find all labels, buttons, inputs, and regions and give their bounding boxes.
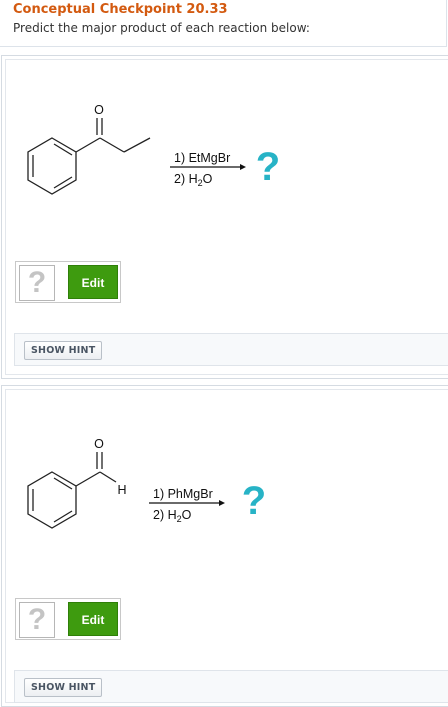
reaction-scheme-1: O 1) EtMgBr 2) H2O ? (27, 103, 280, 195)
bond-ch2-ch3 (123, 137, 151, 153)
question-header: Conceptual Checkpoint 20.33 Predict the … (0, 0, 447, 47)
aromatic-double-bond (53, 143, 73, 156)
edit-button-1[interactable]: Edit (68, 265, 118, 299)
benzene-ring (27, 137, 77, 195)
answer-placeholder-1: ? (19, 265, 55, 301)
reaction-card-1: O 1) EtMgBr 2) H2O ? ? Edit SHOW HINT (1, 55, 448, 379)
aromatic-double-bond (53, 477, 73, 490)
hint-bar-1: SHOW HINT (14, 333, 448, 366)
answer-drawing-box-1: ? Edit (15, 261, 121, 303)
oxygen-atom-label: O (94, 437, 104, 451)
answer-drawing-box-2: ? Edit (15, 598, 121, 640)
benzene-ring (27, 471, 77, 529)
oxygen-atom-label: O (94, 103, 104, 117)
show-hint-button-1[interactable]: SHOW HINT (24, 341, 103, 360)
propiophenone-structure (27, 118, 151, 195)
bond-carbonyl-ch2 (99, 137, 125, 153)
reagent-step-1: 1) EtMgBr (174, 151, 230, 165)
answer-placeholder-2: ? (19, 602, 55, 638)
reaction-card-2: O H 1) PhMgBr 2) H2O ? ? Edit SHOW HINT (1, 385, 448, 707)
bond-ring-carbonyl (75, 137, 101, 153)
reaction-arrowhead (219, 500, 225, 506)
aromatic-double-bond (53, 176, 73, 189)
hydrogen-atom-label: H (117, 483, 126, 497)
benzaldehyde-structure (27, 452, 117, 529)
page-title: Conceptual Checkpoint 20.33 (13, 2, 228, 17)
show-hint-button-2[interactable]: SHOW HINT (24, 678, 103, 697)
product-question-mark: ? (242, 479, 266, 523)
reagent-step-2: 2) H2O (174, 172, 213, 188)
aromatic-double-bond (53, 510, 73, 523)
reagent-step-1: 1) PhMgBr (153, 487, 213, 501)
reagent-step-2: 2) H2O (153, 508, 192, 524)
product-question-mark: ? (256, 145, 280, 189)
reaction-scheme-2: O H 1) PhMgBr 2) H2O ? (27, 437, 266, 529)
hint-bar-2: SHOW HINT (14, 670, 448, 703)
edit-button-2[interactable]: Edit (68, 602, 118, 636)
bond-ring-carbonyl (75, 471, 101, 487)
bond-carbonyl-h (99, 471, 117, 483)
reaction-arrowhead (240, 164, 246, 170)
question-instructions: Predict the major product of each reacti… (13, 21, 310, 35)
